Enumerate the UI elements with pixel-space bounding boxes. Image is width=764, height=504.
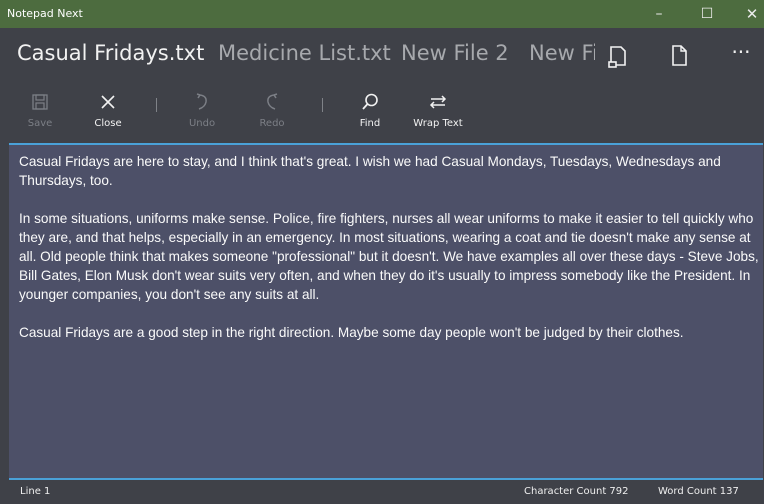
redo-icon: [267, 93, 278, 110]
toolbar-separator: [322, 98, 323, 112]
tab-new-file-2[interactable]: New File 2: [401, 39, 509, 67]
undo-button[interactable]: Undo: [172, 90, 232, 138]
minimize-button[interactable]: –: [640, 0, 678, 28]
close-label: Close: [94, 118, 122, 129]
redo-label: Redo: [259, 118, 285, 129]
find-label: Find: [359, 118, 381, 129]
maximize-icon: ☐: [700, 6, 714, 22]
save-button[interactable]: Save: [10, 90, 70, 138]
editor-content[interactable]: Casual Fridays are here to stay, and I t…: [19, 152, 759, 361]
close-window-button[interactable]: ✕: [733, 0, 764, 28]
find-button[interactable]: Find: [340, 90, 400, 138]
app-window: Notepad Next – ☐ ✕ Casual Fridays.txt Me…: [0, 0, 764, 504]
new-document-icon: [672, 45, 687, 66]
word-count: Word Count 137: [658, 486, 739, 497]
toolbar: Save Close Undo Redo Find Wrap Text: [0, 86, 764, 142]
more-options-button[interactable]: ···: [721, 38, 761, 74]
toolbar-separator: [156, 98, 157, 112]
title-bar[interactable]: Notepad Next – ☐ ✕: [0, 0, 764, 28]
wrap-text-icon: [429, 95, 447, 109]
editor-paragraph: Casual Fridays are a good step in the ri…: [19, 325, 684, 340]
line-indicator: Line 1: [20, 486, 51, 497]
app-title: Notepad Next: [7, 7, 83, 20]
undo-icon: [196, 93, 207, 110]
wrap-text-label: Wrap Text: [413, 118, 463, 129]
tab-bar: Casual Fridays.txt Medicine List.txt New…: [0, 28, 764, 86]
status-bar: Line 1 Character Count 792 Word Count 13…: [0, 480, 764, 504]
more-options-icon: ···: [731, 40, 751, 64]
close-window-icon: ✕: [745, 5, 759, 23]
tab-medicine-list[interactable]: Medicine List.txt: [218, 39, 391, 67]
search-icon: [362, 93, 378, 110]
close-icon: [101, 95, 115, 109]
floppy-disk-icon: [32, 94, 48, 110]
tab-new-file-3[interactable]: New File 3: [529, 39, 595, 67]
maximize-button[interactable]: ☐: [688, 0, 726, 28]
text-editor[interactable]: Casual Fridays are here to stay, and I t…: [9, 143, 763, 480]
redo-button[interactable]: Redo: [242, 90, 302, 138]
split-view-button[interactable]: [597, 38, 637, 74]
tab-casual-fridays[interactable]: Casual Fridays.txt: [17, 39, 204, 67]
wrap-text-button[interactable]: Wrap Text: [408, 90, 468, 138]
editor-paragraph: Casual Fridays are here to stay, and I t…: [19, 154, 721, 188]
close-file-button[interactable]: Close: [78, 90, 138, 138]
editor-paragraph: In some situations, uniforms make sense.…: [19, 211, 759, 302]
undo-label: Undo: [188, 118, 216, 129]
character-count: Character Count 792: [524, 486, 629, 497]
split-view-icon: [608, 46, 626, 68]
save-label: Save: [27, 118, 53, 129]
new-document-button[interactable]: [658, 38, 698, 74]
minimize-icon: –: [655, 6, 663, 22]
